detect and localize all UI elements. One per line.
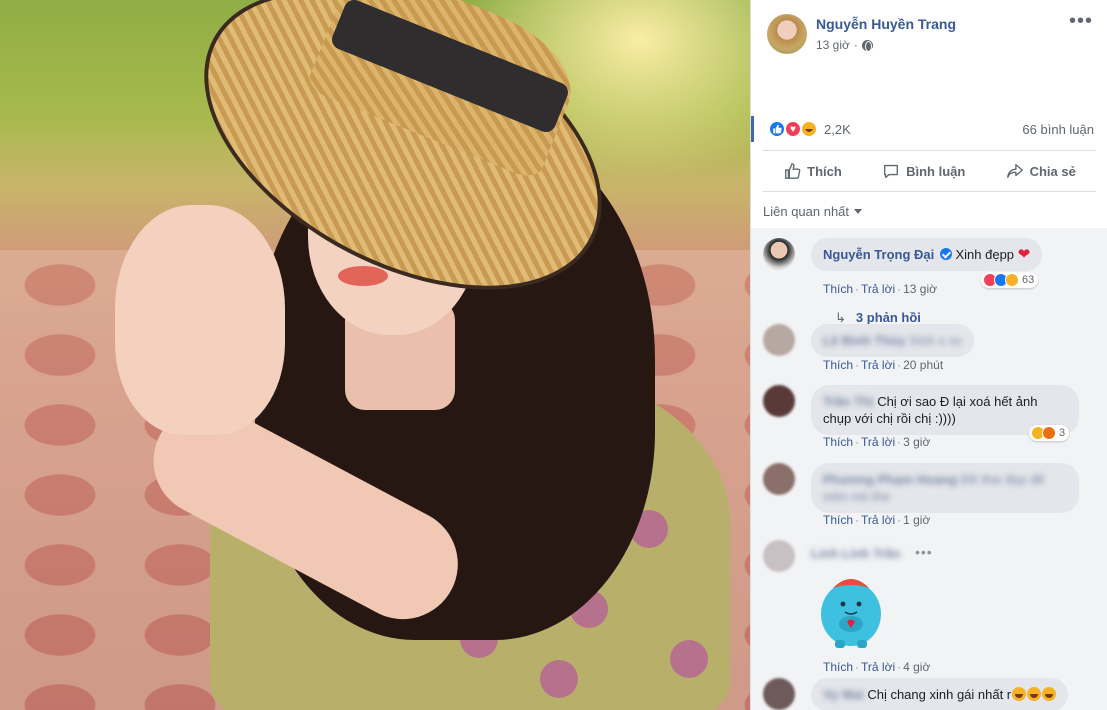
comment-list: Nguyễn Trọng Đại Xinh đẹpp ❤ 63 Thích · Tr…: [751, 228, 1107, 710]
lips: [338, 266, 388, 286]
comment-count[interactable]: 66 bình luận: [1022, 122, 1094, 137]
red-heart-emoji-icon: ❤: [1017, 246, 1031, 263]
post-actions: Thích Bình luận Chia sẻ: [763, 150, 1096, 192]
comment-reaction-count: 3: [1059, 427, 1066, 439]
comment-reply-link[interactable]: Trả lời: [861, 513, 895, 527]
post-panel: Nguyễn Huyền Trang 13 giờ · ••• ♥ 2,2K 6…: [750, 0, 1107, 710]
share-icon: [1006, 164, 1023, 178]
comment-options-icon[interactable]: •••: [915, 544, 933, 560]
post-time[interactable]: 13 giờ: [816, 38, 850, 52]
commenter-name[interactable]: Phương Phạm Hoang: [823, 472, 957, 487]
hands: [115, 205, 285, 435]
like-button-label: Thích: [807, 163, 842, 179]
comment-button-label: Bình luận: [906, 163, 966, 179]
commenter-name[interactable]: Linh Linh Trần: [811, 546, 901, 561]
commenter-name[interactable]: Trần Thị: [823, 394, 874, 409]
comment-bubble: Vy Mai Chị chang xinh gái nhất r: [811, 678, 1069, 710]
post-meta: 13 giờ ·: [816, 38, 873, 52]
comment-item: Lê Bình Thùy Xinh x xx Thích · Trả lời · 20 …: [763, 324, 1103, 374]
comment-like-link[interactable]: Thích: [823, 358, 853, 372]
comment-item: Trần Thị Chị ơi sao Đ lại xoá hết ảnh ch…: [763, 385, 1103, 455]
like-reaction-icon: [768, 120, 786, 138]
comment-reply-link[interactable]: Trả lời: [861, 282, 895, 296]
comment-item: Nguyễn Trọng Đại Xinh đẹpp ❤ 63 Thích · Tr…: [763, 238, 1103, 328]
comment-time[interactable]: 20 phút: [903, 358, 943, 372]
laughing-emoji-icon: [1027, 687, 1042, 701]
verified-icon: [939, 248, 952, 260]
comment-text: Xinh x xx: [908, 333, 962, 348]
laughing-emoji-icon: [1012, 687, 1027, 701]
caret-down-icon: [854, 209, 863, 214]
laughing-emoji-icon: [1042, 687, 1057, 701]
comment-like-link[interactable]: Thích: [823, 282, 853, 296]
comment-time[interactable]: 4 giờ: [903, 660, 930, 674]
reaction-count: 2,2K: [824, 122, 851, 137]
author-avatar[interactable]: [767, 14, 807, 54]
angry-reaction-icon: [1042, 426, 1056, 440]
comment-reactions[interactable]: 63: [981, 272, 1039, 288]
commenter-name[interactable]: Nguyễn Trọng Đại: [823, 247, 934, 262]
comment-meta: Thích · Trả lời · 4 giờ: [823, 660, 931, 674]
replies-label: 3 phản hồi: [855, 310, 921, 325]
comment-time[interactable]: 13 giờ: [903, 282, 937, 296]
like-button[interactable]: Thích: [783, 162, 842, 180]
comment-sort-dropdown[interactable]: Liên quan nhất: [763, 204, 863, 219]
comment-time[interactable]: 3 giờ: [903, 435, 930, 449]
thumbs-up-icon: [785, 163, 801, 179]
comment-meta: Thích · Trả lời · 3 giờ: [823, 435, 931, 449]
haha-reaction-icon: [1005, 273, 1019, 287]
comment-button[interactable]: Bình luận: [882, 162, 965, 180]
comment-like-link[interactable]: Thích: [823, 660, 853, 674]
comment-meta: Thích · Trả lời · 20 phút: [823, 358, 944, 372]
commenter-name[interactable]: Vy Mai: [823, 687, 864, 702]
comment-bubble: Lê Bình Thùy Xinh x xx: [811, 324, 974, 357]
comment-item: Linh Linh Trần ••• Thích · Trả lời · 4 giờ: [763, 540, 1103, 680]
love-reaction-icon: ♥: [784, 120, 802, 138]
comment-like-link[interactable]: Thích: [823, 435, 853, 449]
reactions-summary[interactable]: ♥ 2,2K 66 bình luận: [751, 116, 1107, 142]
comment-item: Vy Mai Chị chang xinh gái nhất r: [763, 678, 1103, 710]
comment-meta: Thích · Trả lời · 1 giờ: [823, 513, 931, 527]
comment-header: Linh Linh Trần: [811, 546, 901, 561]
share-button[interactable]: Chia sẻ: [1006, 162, 1076, 180]
author-name[interactable]: Nguyễn Huyền Trang: [816, 16, 956, 32]
comment-time[interactable]: 1 giờ: [903, 513, 930, 527]
commenter-avatar[interactable]: [763, 540, 795, 572]
globe-icon: [861, 39, 873, 52]
comment-item: Phương Phạm Hoang Đề thw đẹp đề mlm nói …: [763, 463, 1103, 533]
commenter-avatar[interactable]: [763, 678, 795, 710]
haha-reaction-icon: [800, 120, 818, 138]
comment-text: Xinh đẹpp: [955, 247, 1015, 262]
post-header: Nguyễn Huyền Trang 13 giờ · •••: [751, 0, 1107, 70]
comment-reply-link[interactable]: Trả lời: [861, 358, 895, 372]
comment-reactions[interactable]: 3: [1029, 425, 1070, 441]
commenter-avatar[interactable]: [763, 463, 795, 495]
comment-bubble: Phương Phạm Hoang Đề thw đẹp đề mlm nói …: [811, 463, 1079, 513]
commenter-avatar[interactable]: [763, 238, 795, 270]
share-button-label: Chia sẻ: [1029, 163, 1076, 179]
commenter-avatar[interactable]: [763, 385, 795, 417]
more-options-icon[interactable]: •••: [1069, 11, 1093, 31]
comment-text: Chị chang xinh gái nhất r: [867, 687, 1012, 702]
post-photo[interactable]: [0, 0, 750, 710]
comment-sort-label: Liên quan nhất: [763, 204, 850, 219]
commenter-name[interactable]: Lê Bình Thùy: [823, 333, 905, 348]
comment-bubble: Nguyễn Trọng Đại Xinh đẹpp ❤: [811, 238, 1043, 271]
sticker-image[interactable]: [815, 570, 887, 648]
comment-like-link[interactable]: Thích: [823, 513, 853, 527]
comment-reply-link[interactable]: Trả lời: [861, 660, 895, 674]
comment-icon: [884, 164, 899, 178]
comment-reply-link[interactable]: Trả lời: [861, 435, 895, 449]
commenter-avatar[interactable]: [763, 324, 795, 356]
comment-reaction-count: 63: [1022, 274, 1035, 286]
comment-meta: Thích · Trả lời · 13 giờ: [823, 282, 937, 296]
